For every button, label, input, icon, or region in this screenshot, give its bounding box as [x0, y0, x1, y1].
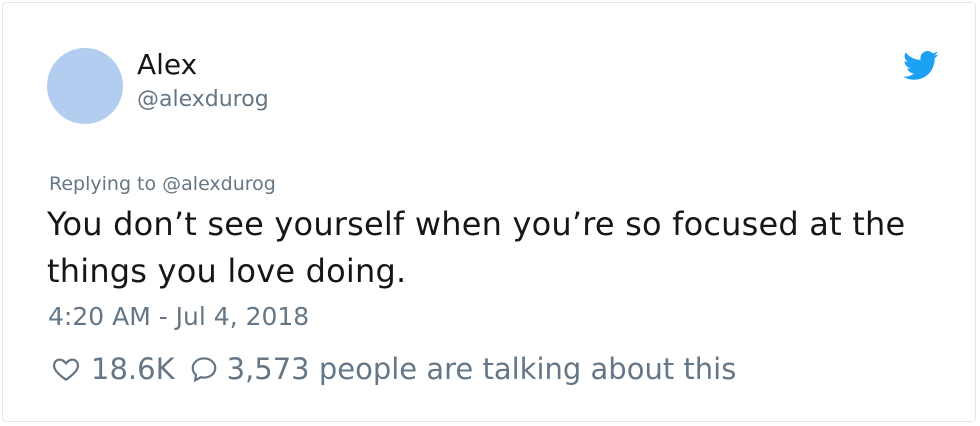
avatar[interactable]	[47, 48, 123, 124]
conversation-link[interactable]: 3,573 people are talking about this	[227, 352, 737, 386]
heart-icon[interactable]	[49, 352, 83, 386]
tweet-actions: 18.6K 3,573 people are talking about thi…	[49, 349, 736, 389]
tweet-card: Alex @alexdurog Replying to @alexdurog Y…	[2, 2, 976, 422]
user-handle[interactable]: @alexdurog	[137, 85, 269, 115]
tweet-text: You don’t see yourself when you’re so fo…	[47, 205, 906, 290]
tweet-timestamp[interactable]: 4:20 AM - Jul 4, 2018	[48, 300, 309, 334]
twitter-bird-icon[interactable]	[901, 47, 941, 83]
likes-count[interactable]: 18.6K	[91, 352, 175, 386]
speech-bubble-icon[interactable]	[187, 352, 221, 386]
replying-to-label[interactable]: Replying to @alexdurog	[49, 171, 276, 197]
display-name[interactable]: Alex	[137, 47, 197, 83]
